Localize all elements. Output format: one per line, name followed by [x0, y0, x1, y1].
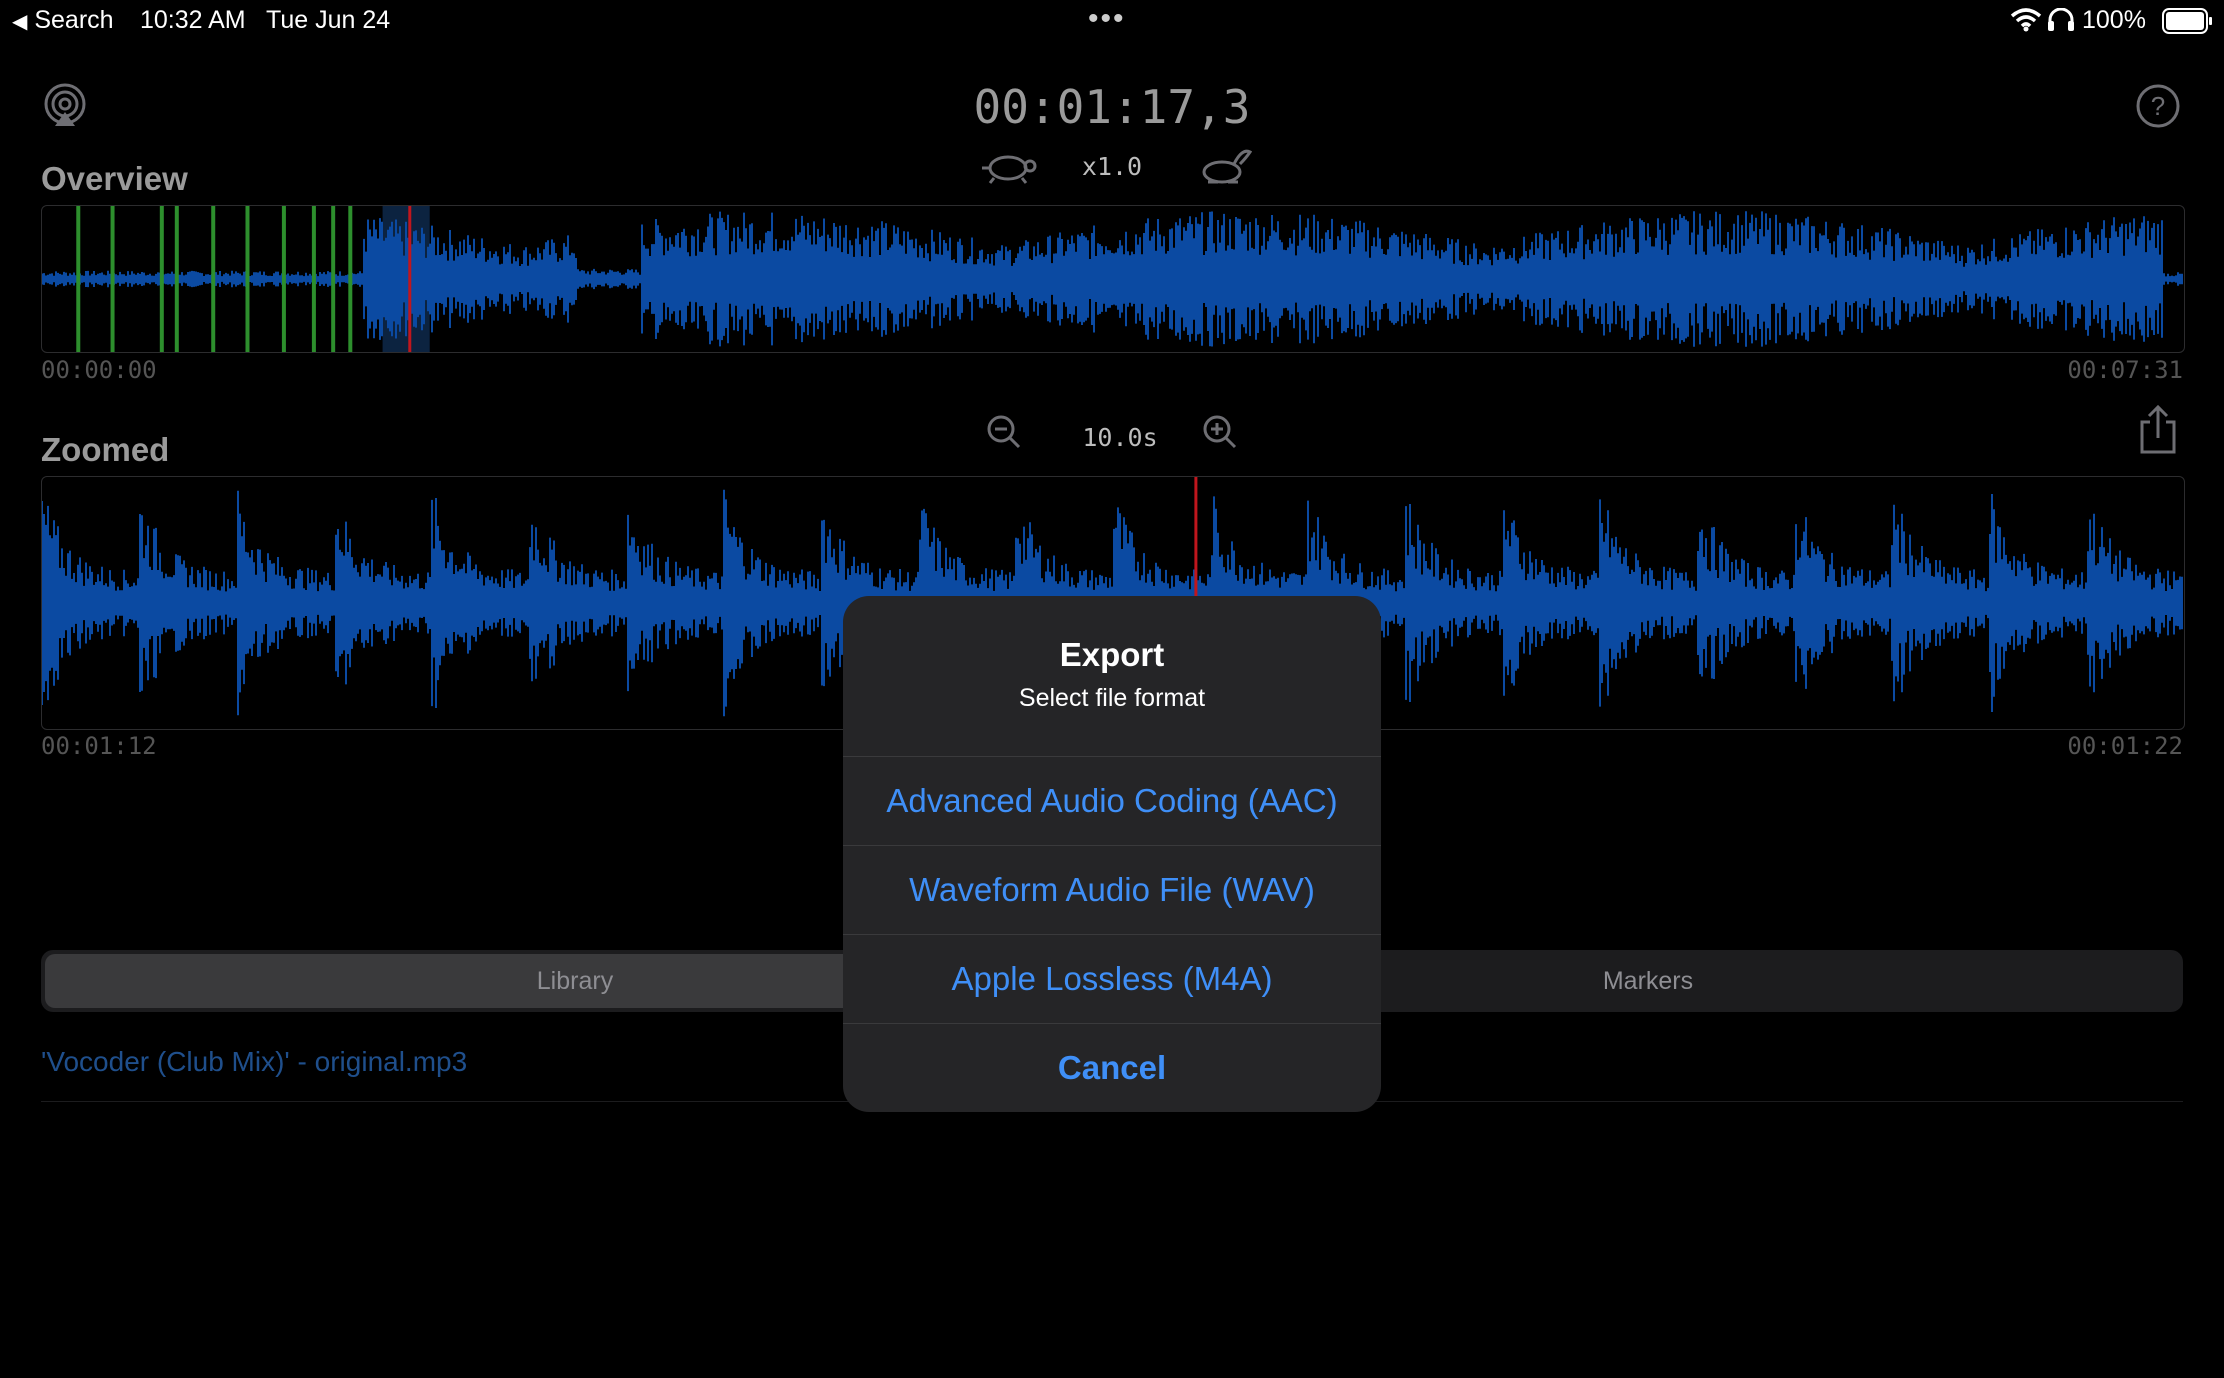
status-time: 10:32 AM — [140, 6, 246, 34]
overview-playhead[interactable] — [408, 206, 412, 352]
marker-line[interactable] — [281, 206, 286, 352]
overview-waveform-path — [42, 211, 2183, 347]
help-icon[interactable]: ? — [2136, 84, 2180, 128]
back-arrow-icon: ◀ — [12, 11, 28, 33]
export-dialog: Export Select file format Advanced Audio… — [843, 596, 1381, 1112]
battery-percent: 100% — [2082, 6, 2146, 34]
status-bar: ◀ Search 10:32 AM Tue Jun 24 ••• 100% — [0, 0, 2224, 40]
marker-line[interactable] — [159, 206, 164, 352]
playback-rate[interactable]: x1.0 — [0, 152, 2224, 181]
marker-line[interactable] — [211, 206, 216, 352]
overview-end-time: 00:07:31 — [2067, 356, 2183, 384]
back-to-search[interactable]: ◀ Search — [12, 6, 114, 35]
rabbit-icon[interactable] — [1198, 146, 1252, 186]
marker-line[interactable] — [348, 206, 353, 352]
back-label: Search — [34, 6, 114, 34]
svg-text:?: ? — [2151, 91, 2165, 121]
export-dialog-message: Select file format — [1018, 684, 1206, 712]
marker-line[interactable] — [245, 206, 250, 352]
marker-line[interactable] — [311, 206, 316, 352]
export-aac-button[interactable]: Advanced Audio Coding (AAC) — [843, 756, 1381, 845]
export-wav-button[interactable]: Waveform Audio File (WAV) — [843, 845, 1381, 934]
marker-line[interactable] — [76, 206, 81, 352]
overview-title: Overview — [41, 160, 188, 197]
share-icon[interactable] — [2136, 404, 2180, 456]
library-item[interactable]: 'Vocoder (Club Mix)' - original.mp3 — [41, 1046, 467, 1078]
battery-icon — [2162, 8, 2212, 34]
overview-waveform-canvas[interactable] — [42, 206, 2184, 352]
zoom-in-icon[interactable] — [1202, 414, 1238, 450]
cancel-button[interactable]: Cancel — [843, 1023, 1381, 1112]
playback-timecode: 00:01:17,3 — [973, 80, 1251, 134]
wifi-icon — [2010, 8, 2042, 32]
zoom-level: 10.0s — [1082, 423, 1158, 452]
export-dialog-title: Export — [1059, 636, 1165, 673]
status-date: Tue Jun 24 — [266, 6, 391, 34]
overview-waveform[interactable] — [41, 205, 2185, 353]
zoom-out-icon[interactable] — [986, 414, 1022, 450]
marker-line[interactable] — [110, 206, 115, 352]
zoomed-start-time: 00:01:12 — [41, 732, 157, 760]
overview-start-time: 00:00:00 — [41, 356, 157, 384]
zoomed-title: Zoomed — [41, 431, 170, 468]
marker-line[interactable] — [331, 206, 336, 352]
zoomed-end-time: 00:01:22 — [2067, 732, 2183, 760]
multitasking-dots-icon[interactable]: ••• — [1088, 2, 1126, 36]
marker-line[interactable] — [174, 206, 179, 352]
export-m4a-button[interactable]: Apple Lossless (M4A) — [843, 934, 1381, 1023]
headphones-icon — [2048, 8, 2074, 31]
